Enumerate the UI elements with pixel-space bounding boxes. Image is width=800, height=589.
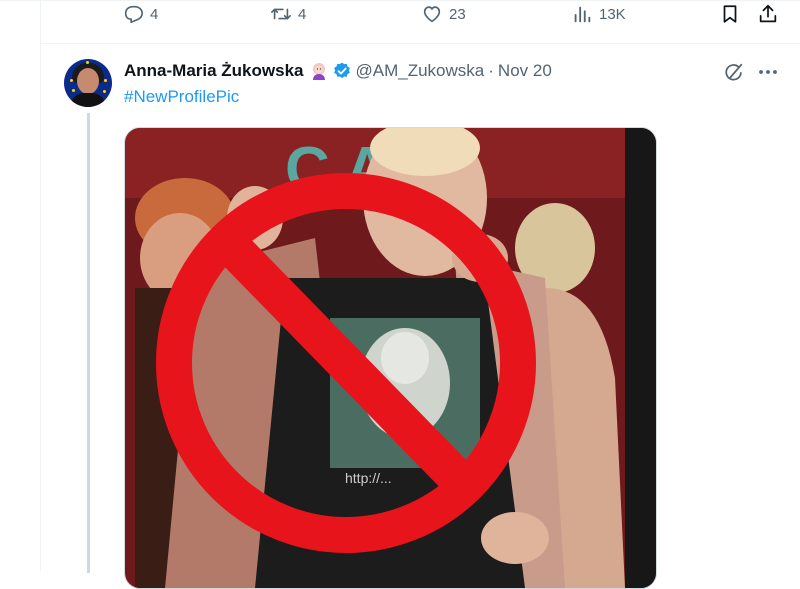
reply-count: 4 (150, 5, 159, 23)
like-icon (423, 6, 441, 23)
author-name[interactable]: Anna-Maria Żukowska (124, 61, 304, 81)
reply-icon (124, 5, 143, 24)
previous-tweet-action-bar: 4 4 23 13K (0, 0, 800, 30)
more-icon[interactable] (756, 61, 780, 83)
views-button[interactable]: 13K (571, 2, 626, 26)
reply-button[interactable]: 4 (122, 2, 158, 26)
hashtag-link[interactable]: #NewProfilePic (124, 87, 239, 107)
repost-count: 4 (298, 5, 307, 23)
avatar[interactable] (64, 59, 112, 107)
grok-icon[interactable] (723, 61, 745, 83)
timeline-left-border (40, 0, 41, 571)
views-count: 13K (599, 5, 626, 23)
thread-connector-line (87, 113, 90, 573)
share-button[interactable] (757, 2, 779, 26)
tweet-separator (40, 43, 800, 44)
bookmark-icon (723, 5, 737, 23)
bookmark-button[interactable] (719, 2, 741, 26)
repost-button[interactable]: 4 (270, 2, 306, 26)
tweet-header: Anna-Maria Żukowska @AM_Zukowska · Nov 2… (124, 59, 552, 83)
tweet-date[interactable]: Nov 20 (498, 61, 552, 81)
like-button[interactable]: 23 (421, 2, 466, 26)
tweet-image-graphic: C AP http://... (125, 128, 656, 588)
tweet-image[interactable]: C AP http://... (124, 127, 657, 589)
views-icon (574, 6, 591, 23)
like-count: 23 (449, 5, 466, 23)
shirt-text: http://... (345, 470, 392, 486)
woman-tipping-hand-emoji-icon (312, 63, 325, 80)
share-icon (759, 4, 777, 23)
meta-separator: · (488, 61, 494, 80)
repost-icon (271, 8, 291, 20)
verified-icon (333, 62, 350, 79)
author-handle[interactable]: @AM_Zukowska (356, 61, 485, 81)
